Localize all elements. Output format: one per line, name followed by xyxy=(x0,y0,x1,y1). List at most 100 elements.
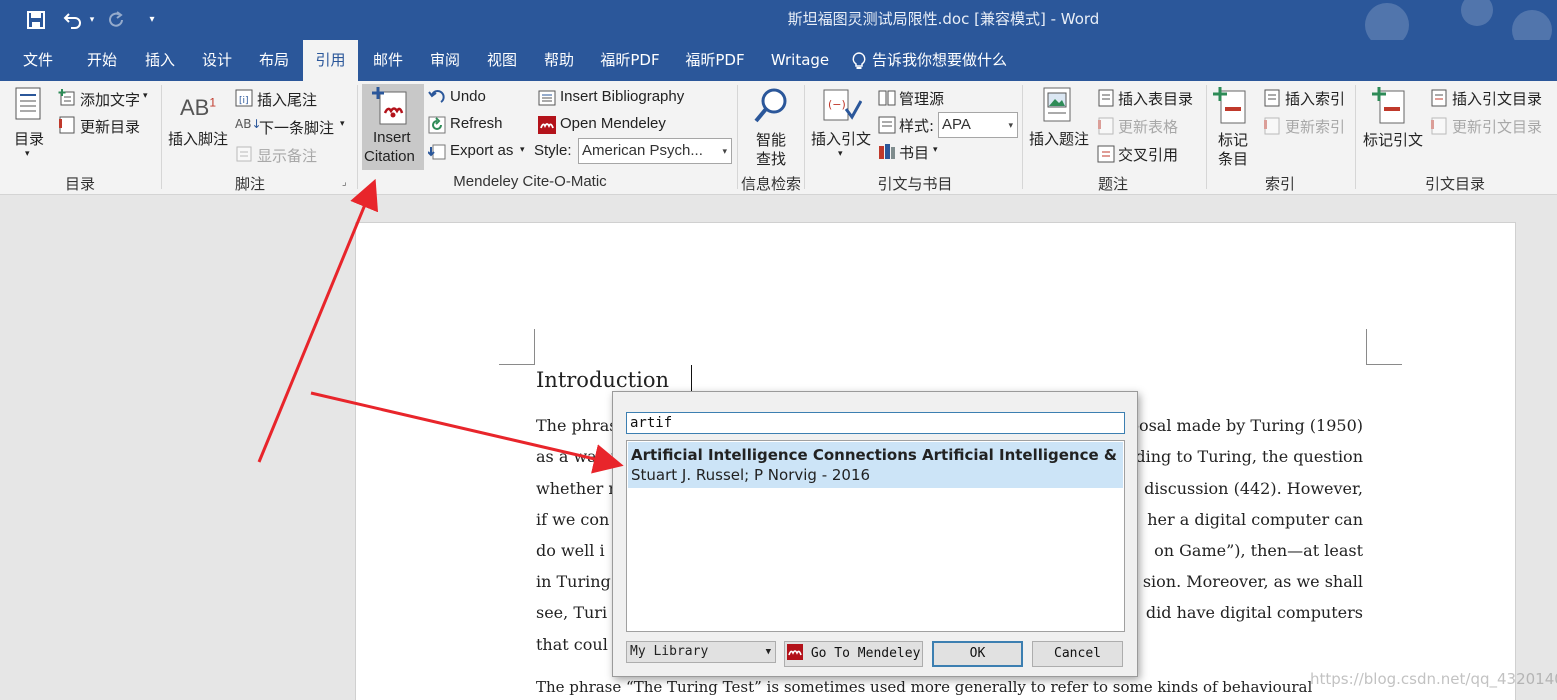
insert-citation-word-icon[interactable]: (−) xyxy=(822,87,862,125)
smart-lookup-icon[interactable] xyxy=(752,87,790,125)
mendeley-undo-button[interactable]: Undo xyxy=(450,88,486,105)
tab-review[interactable]: 审阅 xyxy=(419,40,471,81)
export-as-dropdown-icon[interactable]: ▾ xyxy=(520,145,525,155)
doc-line: as a way p xyxy=(536,447,622,466)
doc-line: if we con xyxy=(536,510,610,529)
insert-index-button[interactable]: 插入索引 xyxy=(1285,88,1345,109)
insert-footnote-icon[interactable]: AB1 xyxy=(180,95,216,121)
lightbulb-icon xyxy=(852,51,866,69)
group-separator xyxy=(1206,85,1207,189)
text-cursor xyxy=(691,365,692,393)
tab-mailings[interactable]: 邮件 xyxy=(362,40,414,81)
go-to-mendeley-button[interactable]: Go To Mendeley xyxy=(784,641,923,667)
open-mendeley-button[interactable]: Open Mendeley xyxy=(560,115,666,132)
doc-line: did have digital computers xyxy=(1145,603,1363,622)
tab-view[interactable]: 视图 xyxy=(476,40,528,81)
tell-me-text: 告诉我你想要做什么 xyxy=(872,51,1008,69)
export-as-button[interactable]: Export as xyxy=(450,142,513,159)
doc-line: The phrase “The Turing Test” is sometime… xyxy=(536,678,1313,696)
tab-home[interactable]: 开始 xyxy=(76,40,128,81)
doc-line: do well i xyxy=(536,541,605,560)
bibliography-button[interactable]: 书目 xyxy=(899,142,929,163)
smart-lookup-label-2[interactable]: 查找 xyxy=(756,148,786,169)
mark-citation-icon[interactable] xyxy=(1372,87,1408,125)
ok-button[interactable]: OK xyxy=(932,641,1023,667)
next-footnote-button[interactable]: 下一条脚注 xyxy=(259,117,334,138)
tab-foxit-pdf-1[interactable]: 福昕PDF xyxy=(592,40,668,81)
mendeley-group-label: Mendeley Cite-O-Matic xyxy=(453,173,607,190)
tab-help[interactable]: 帮助 xyxy=(533,40,585,81)
mark-entry-label-1[interactable]: 标记 xyxy=(1218,129,1248,150)
crop-mark xyxy=(499,329,535,365)
manage-sources-button[interactable]: 管理源 xyxy=(899,88,944,109)
research-group-label: 信息检索 xyxy=(740,175,801,193)
add-text-icon xyxy=(58,89,75,106)
library-select[interactable]: My Library ▼ xyxy=(626,641,776,663)
table-of-contents-icon[interactable] xyxy=(14,87,44,121)
next-footnote-dropdown-icon[interactable]: ▾ xyxy=(340,119,345,129)
insert-footnote-button[interactable]: 插入脚注 xyxy=(168,128,228,149)
index-group-label: 索引 xyxy=(1264,175,1295,193)
citation-results-list[interactable]: Artificial Intelligence Connections Arti… xyxy=(626,440,1125,632)
tab-references[interactable]: 引用 xyxy=(303,40,358,81)
insert-citation-label-2[interactable]: Citation xyxy=(364,148,415,165)
doc-line: on Game”), then—at least xyxy=(1154,541,1363,560)
tab-layout[interactable]: 布局 xyxy=(248,40,300,81)
insert-caption-icon[interactable] xyxy=(1043,87,1073,123)
tab-file[interactable]: 文件 xyxy=(14,40,62,81)
table-of-figures-icon xyxy=(1098,89,1114,107)
group-separator xyxy=(804,85,805,189)
smart-lookup-label-1[interactable]: 智能 xyxy=(756,129,786,150)
toc-button-label[interactable]: 目录 xyxy=(14,128,44,149)
mark-entry-icon[interactable] xyxy=(1213,87,1249,125)
mendeley-logo-icon xyxy=(787,644,803,660)
window-title: 斯坦福图灵测试局限性.doc [兼容模式] - Word xyxy=(787,10,1100,28)
citation-result-item[interactable]: Artificial Intelligence Connections Arti… xyxy=(628,442,1123,488)
update-toa-button[interactable]: 更新引文目录 xyxy=(1452,116,1542,137)
add-text-button[interactable]: 添加文字 xyxy=(80,89,140,110)
tell-me-box[interactable]: 告诉我你想要做什么 xyxy=(852,40,1022,81)
cross-reference-button[interactable]: 交叉引用 xyxy=(1118,144,1178,165)
citation-result-meta: Stuart J. Russel; P Norvig - 2016 xyxy=(631,466,871,484)
insert-citation-label-1[interactable]: Insert xyxy=(373,129,411,146)
tab-insert[interactable]: 插入 xyxy=(134,40,186,81)
update-toc-button[interactable]: 更新目录 xyxy=(80,116,140,137)
citation-style-word-select[interactable]: APA ▾ xyxy=(938,112,1018,138)
insert-bibliography-button[interactable]: Insert Bibliography xyxy=(560,88,684,105)
cancel-button[interactable]: Cancel xyxy=(1032,641,1123,667)
citation-style-word-value: APA xyxy=(942,116,971,133)
footnotes-dialog-launcher-icon[interactable]: ⌟ xyxy=(342,177,347,188)
insert-citation-dropdown-icon[interactable]: ▾ xyxy=(838,149,843,159)
citation-search-input[interactable]: artif xyxy=(626,412,1125,434)
insert-citation-word-button[interactable]: 插入引文 xyxy=(811,128,871,149)
mendeley-refresh-button[interactable]: Refresh xyxy=(450,115,503,132)
citation-style-label: Style: xyxy=(534,142,572,159)
tab-foxit-pdf-2[interactable]: 福昕PDF xyxy=(677,40,753,81)
document-heading: Introduction xyxy=(536,368,669,392)
tab-writage[interactable]: Writage xyxy=(763,40,837,81)
doc-line: her a digital computer can xyxy=(1147,510,1363,529)
citation-style-select[interactable]: American Psych... ▾ xyxy=(578,138,732,164)
insert-caption-button[interactable]: 插入题注 xyxy=(1029,128,1089,149)
insert-table-of-figures-button[interactable]: 插入表目录 xyxy=(1118,88,1193,109)
insert-toa-button[interactable]: 插入引文目录 xyxy=(1452,88,1542,109)
insert-index-icon xyxy=(1264,89,1280,107)
add-text-dropdown-icon[interactable]: ▾ xyxy=(143,91,148,101)
insert-citation-icon[interactable] xyxy=(372,86,410,126)
group-separator xyxy=(161,85,162,189)
update-table-button[interactable]: 更新表格 xyxy=(1118,116,1178,137)
next-footnote-icon: AB↓ xyxy=(235,117,262,131)
mark-entry-label-2[interactable]: 条目 xyxy=(1218,148,1248,169)
chevron-down-icon: ▼ xyxy=(765,647,771,657)
toc-dropdown-icon[interactable]: ▾ xyxy=(25,149,30,159)
doc-line: posal made by Turing (1950) xyxy=(1128,416,1363,435)
show-notes-button[interactable]: 显示备注 xyxy=(257,145,317,166)
tab-design[interactable]: 设计 xyxy=(191,40,243,81)
group-separator xyxy=(1022,85,1023,189)
mark-citation-button[interactable]: 标记引文 xyxy=(1363,129,1423,150)
captions-group-label: 题注 xyxy=(1097,175,1128,193)
insert-endnote-button[interactable]: 插入尾注 xyxy=(257,89,317,110)
update-index-button[interactable]: 更新索引 xyxy=(1285,116,1345,137)
watermark: https://blog.csdn.net/qq_43201403 xyxy=(1310,670,1557,688)
bibliography-dropdown-icon[interactable]: ▾ xyxy=(933,145,938,155)
